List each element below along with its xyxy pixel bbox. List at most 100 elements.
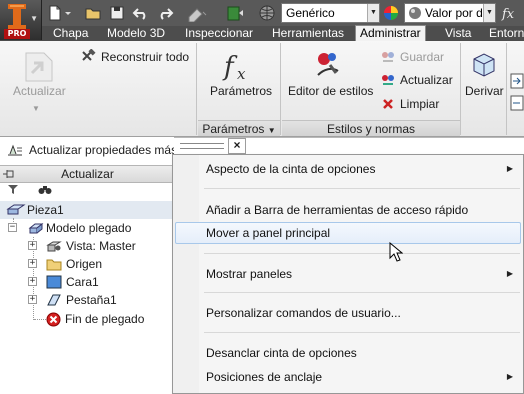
export-icon[interactable]	[510, 95, 524, 111]
menu-item-label: Aspecto de la cinta de opciones	[206, 162, 376, 176]
expand-icon[interactable]: +	[28, 241, 37, 250]
collapse-icon[interactable]: −	[8, 223, 17, 232]
material-combo[interactable]: Genérico ▼	[281, 3, 380, 23]
close-icon[interactable]: ×	[228, 138, 246, 154]
end-of-part-icon	[46, 312, 61, 327]
ribbon-context-menu: Aspecto de la cinta de opciones ▶ Añadir…	[172, 154, 524, 394]
derive-cube-icon[interactable]	[468, 49, 500, 79]
application-menu-button[interactable]: PRO ▼	[0, 0, 42, 40]
parameters-panel-title-label: Parámetros	[202, 122, 265, 136]
tree-label: Modelo plegado	[46, 221, 132, 235]
update-icon[interactable]	[18, 49, 58, 85]
open-folder-icon[interactable]	[84, 4, 102, 22]
svg-text:fx: fx	[501, 7, 515, 22]
tree-item-view-master[interactable]: + Vista: Master	[0, 237, 175, 255]
tab-herramientas[interactable]: Herramientas	[272, 26, 344, 41]
ribbon-separator	[460, 43, 461, 135]
update-label: Actualizar	[13, 84, 66, 98]
tab-modelo-3d[interactable]: Modelo 3D	[107, 26, 165, 41]
ribbon-separator	[280, 43, 281, 135]
color-wheel-icon[interactable]	[382, 4, 400, 22]
derive-button[interactable]: Derivar	[465, 84, 504, 98]
chevron-down-icon[interactable]: ▼	[268, 126, 276, 135]
redo-icon[interactable]	[156, 4, 174, 22]
submenu-arrow-icon: ▶	[506, 164, 513, 173]
parameters-button[interactable]: Parámetros	[210, 84, 272, 98]
menu-item-undock-ribbon[interactable]: Desanclar cinta de opciones	[175, 342, 521, 364]
appearance-combo-value: Valor por d	[425, 6, 483, 20]
tab-chapa[interactable]: Chapa	[53, 26, 88, 41]
new-file-icon[interactable]	[46, 4, 64, 22]
measure-globe-icon[interactable]	[258, 4, 276, 22]
rebuild-all-button[interactable]: Reconstruir todo	[101, 50, 189, 64]
chevron-down-icon[interactable]: ▼	[32, 104, 40, 113]
expand-icon[interactable]: +	[28, 295, 37, 304]
browser-panel-titlebar: Actualizar	[0, 165, 175, 183]
save-style-button[interactable]: Guardar	[400, 50, 444, 64]
sketch-icon[interactable]	[186, 4, 208, 22]
menu-item-label: Mostrar paneles	[206, 267, 293, 281]
tree-root-part[interactable]: Pieza1	[0, 201, 175, 219]
tab-administrar[interactable]: Administrar	[355, 25, 426, 42]
tree-item-flange[interactable]: + Pestaña1	[0, 291, 175, 309]
grip-handle[interactable]	[180, 143, 224, 149]
chevron-down-icon[interactable]: ▼	[367, 4, 379, 22]
pro-badge: PRO	[4, 29, 30, 39]
tab-entorno[interactable]: Entorn	[489, 26, 524, 41]
chevron-down-icon[interactable]: ▼	[483, 4, 495, 22]
style-editor-icon[interactable]	[312, 49, 344, 79]
tree-label: Pieza1	[27, 203, 64, 217]
filter-icon[interactable]	[7, 184, 19, 195]
fx-parameters-icon[interactable]: fx	[500, 4, 522, 22]
tree-item-end-of-folded[interactable]: Fin de plegado	[0, 310, 175, 328]
tree-label: Pestaña1	[66, 293, 117, 307]
menu-item-label: Desanclar cinta de opciones	[206, 346, 357, 360]
tree-label: Vista: Master	[66, 239, 136, 253]
menu-item-label: Posiciones de anclaje	[206, 370, 323, 384]
mouse-cursor-icon	[389, 242, 403, 262]
parameters-panel-title[interactable]: Parámetros ▼	[198, 120, 280, 136]
chevron-down-icon[interactable]	[64, 4, 72, 22]
fx-icon[interactable]: f x	[222, 49, 256, 83]
browser-panel-title: Actualizar	[61, 167, 114, 181]
tab-inspeccionar[interactable]: Inspeccionar	[185, 26, 253, 41]
menu-item-move-to-main-panel[interactable]: Mover a panel principal	[175, 222, 521, 244]
inventor-logo-icon	[8, 4, 26, 30]
mass-properties-icon	[8, 144, 22, 156]
purge-button[interactable]: Limpiar	[400, 97, 439, 111]
appearance-combo[interactable]: Valor por d ▼	[404, 3, 496, 23]
tree-item-origin[interactable]: + Origen	[0, 255, 175, 273]
menu-item-show-panels[interactable]: Mostrar paneles ▶	[175, 263, 521, 285]
menu-item-ribbon-appearance[interactable]: Aspecto de la cinta de opciones ▶	[175, 158, 521, 180]
style-editor-button[interactable]: Editor de estilos	[288, 84, 373, 98]
menu-item-label: Personalizar comandos de usuario...	[206, 306, 401, 320]
menu-item-label: Añadir a Barra de herramientas de acceso…	[206, 203, 469, 217]
save-style-icon	[382, 52, 394, 62]
folder-icon	[46, 259, 62, 271]
tree-label: Cara1	[66, 275, 99, 289]
svg-text:x: x	[237, 65, 246, 83]
sheet-metal-part-icon	[6, 204, 26, 215]
update-model-icon[interactable]	[224, 4, 246, 22]
expand-icon[interactable]: +	[28, 277, 37, 286]
flange-feature-icon	[47, 294, 61, 306]
expand-icon[interactable]: +	[28, 259, 37, 268]
import-icon[interactable]	[510, 73, 524, 89]
appearance-sphere-icon	[409, 7, 421, 19]
undo-icon[interactable]	[132, 4, 150, 22]
tree-item-face[interactable]: + Cara1	[0, 273, 175, 291]
menu-item-dock-positions[interactable]: Posiciones de anclaje ▶	[175, 366, 521, 388]
ribbon: Actualizar ▼ Reconstruir todo f x Paráme…	[0, 41, 524, 137]
tab-vista[interactable]: Vista	[445, 26, 471, 41]
tree-item-folded-model[interactable]: − Modelo plegado	[0, 219, 175, 237]
styles-panel-title[interactable]: Estilos y normas	[282, 120, 460, 136]
menu-item-add-to-quick-access[interactable]: Añadir a Barra de herramientas de acceso…	[175, 199, 521, 221]
hammer-icon	[82, 49, 96, 61]
update-styles-button[interactable]: Actualizar	[400, 73, 453, 87]
ribbon-separator	[506, 43, 507, 135]
menu-item-label: Mover a panel principal	[206, 226, 331, 240]
material-combo-value: Genérico	[286, 6, 335, 20]
menu-item-customize-user-commands[interactable]: Personalizar comandos de usuario...	[175, 302, 521, 324]
binoculars-icon[interactable]	[38, 184, 52, 195]
save-icon[interactable]	[108, 4, 126, 22]
